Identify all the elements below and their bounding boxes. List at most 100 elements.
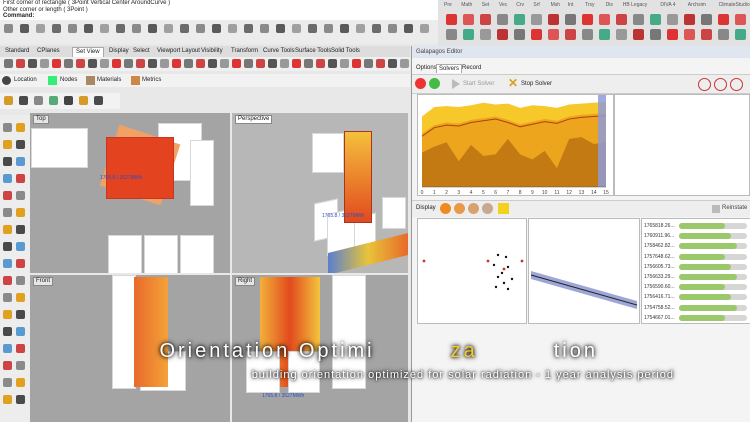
gh-component-icon[interactable] (667, 14, 678, 25)
tool-icon[interactable] (4, 24, 13, 33)
tool-icon[interactable] (208, 59, 217, 68)
tool-icon[interactable] (228, 24, 237, 33)
tool-icon[interactable] (376, 59, 385, 68)
clock-icon[interactable] (698, 78, 711, 91)
gh-component-icon[interactable] (514, 29, 525, 40)
gh-component-icon[interactable] (684, 14, 695, 25)
tool-icon[interactable] (3, 276, 12, 285)
tool-icon[interactable] (132, 24, 141, 33)
gh-menu-6[interactable]: Msh (551, 2, 560, 8)
tool-icon[interactable] (364, 59, 373, 68)
fitness-row[interactable]: 1756605.73... (643, 262, 749, 272)
record-icon[interactable] (415, 78, 426, 89)
tool-icon[interactable] (148, 59, 157, 68)
gh-component-icon[interactable] (531, 14, 542, 25)
display-option-1-icon[interactable] (440, 203, 451, 214)
tool-icon[interactable] (4, 96, 13, 105)
gh-component-icon[interactable] (633, 29, 644, 40)
display-option-4-icon[interactable] (482, 203, 493, 214)
gh-component-icon[interactable] (701, 29, 712, 40)
tool-icon[interactable] (16, 225, 25, 234)
tool-icon[interactable] (420, 24, 429, 33)
gh-component-icon[interactable] (514, 14, 525, 25)
gh-component-icon[interactable] (633, 14, 644, 25)
building-tower[interactable] (344, 131, 372, 223)
tool-icon[interactable] (34, 96, 43, 105)
reinstate-button[interactable]: Reinstate (722, 205, 747, 211)
tool-icon[interactable] (124, 59, 133, 68)
tool-icon[interactable] (280, 59, 289, 68)
tool-icon[interactable] (16, 327, 25, 336)
stop-solver-button[interactable]: Stop Solver (521, 78, 552, 90)
tool-icon[interactable] (64, 96, 73, 105)
tool-icon[interactable] (3, 140, 12, 149)
gh-component-icon[interactable] (650, 14, 661, 25)
fitness-row[interactable]: 1754667.01... (643, 313, 749, 323)
tab-record[interactable]: Record (460, 64, 483, 72)
tool-icon[interactable] (16, 276, 25, 285)
gh-menu-4[interactable]: Crv (516, 2, 524, 8)
tool-icon[interactable] (68, 24, 77, 33)
gh-menu-2[interactable]: Set (482, 2, 490, 8)
tool-icon[interactable] (340, 24, 349, 33)
gh-component-icon[interactable] (446, 29, 457, 40)
tool-icon[interactable] (148, 24, 157, 33)
tool-icon[interactable] (328, 59, 337, 68)
tool-icon[interactable] (220, 59, 229, 68)
tool-icon[interactable] (28, 59, 37, 68)
viewport-label-perspective[interactable]: Perspective (235, 115, 273, 124)
tool-icon[interactable] (16, 259, 25, 268)
tool-icon[interactable] (400, 59, 409, 68)
toolbar-tab-select[interactable]: Select (130, 47, 153, 56)
tool-icon[interactable] (19, 96, 28, 105)
tool-icon[interactable] (16, 208, 25, 217)
gh-component-icon[interactable] (599, 29, 610, 40)
display-option-3-icon[interactable] (468, 203, 479, 214)
tool-icon[interactable] (3, 310, 12, 319)
tool-icon[interactable] (172, 59, 181, 68)
gh-component-icon[interactable] (599, 14, 610, 25)
tool-icon[interactable] (3, 208, 12, 217)
tool-icon[interactable] (4, 59, 13, 68)
tool-icon[interactable] (94, 96, 103, 105)
gh-menu-13[interactable]: ClimateStudio (719, 2, 750, 8)
gh-component-icon[interactable] (735, 29, 746, 40)
gh-component-icon[interactable] (497, 29, 508, 40)
tool-icon[interactable] (212, 24, 221, 33)
command-prompt[interactable]: Command: (3, 13, 438, 20)
tool-icon[interactable] (16, 140, 25, 149)
display-option-2-icon[interactable] (454, 203, 465, 214)
start-solver-button[interactable]: Start Solver (463, 78, 494, 90)
viewport-label-right[interactable]: Right (235, 277, 256, 286)
tool-icon[interactable] (196, 59, 205, 68)
gh-component-icon[interactable] (650, 29, 661, 40)
tool-icon[interactable] (79, 96, 88, 105)
tool-icon[interactable] (3, 174, 12, 183)
tool-icon[interactable] (352, 59, 361, 68)
tool-icon[interactable] (3, 191, 12, 200)
gh-menu-11[interactable]: DIVA 4 (660, 2, 675, 8)
clock-icon-3[interactable] (730, 78, 743, 91)
gh-component-icon[interactable] (497, 14, 508, 25)
gh-component-icon[interactable] (480, 14, 491, 25)
tool-icon[interactable] (388, 24, 397, 33)
tool-icon[interactable] (84, 24, 93, 33)
tool-icon[interactable] (100, 59, 109, 68)
tool-icon[interactable] (20, 24, 29, 33)
tool-icon[interactable] (52, 59, 61, 68)
gh-menu-7[interactable]: Int (568, 2, 574, 8)
toolbar-tab-display[interactable]: Display (106, 47, 132, 56)
radiation-icon[interactable] (498, 203, 509, 214)
tool-icon[interactable] (316, 59, 325, 68)
gh-component-icon[interactable] (701, 14, 712, 25)
fitness-row[interactable]: 1756416.71... (643, 292, 749, 302)
gh-component-icon[interactable] (582, 14, 593, 25)
gh-menu-5[interactable]: Srf (533, 2, 539, 8)
tool-icon[interactable] (16, 123, 25, 132)
tool-icon[interactable] (36, 24, 45, 33)
gh-component-icon[interactable] (718, 14, 729, 25)
tool-icon[interactable] (184, 59, 193, 68)
gh-component-icon[interactable] (565, 29, 576, 40)
gh-menu-1[interactable]: Math (461, 2, 472, 8)
gh-menu-10[interactable]: HB Legacy (623, 2, 647, 8)
